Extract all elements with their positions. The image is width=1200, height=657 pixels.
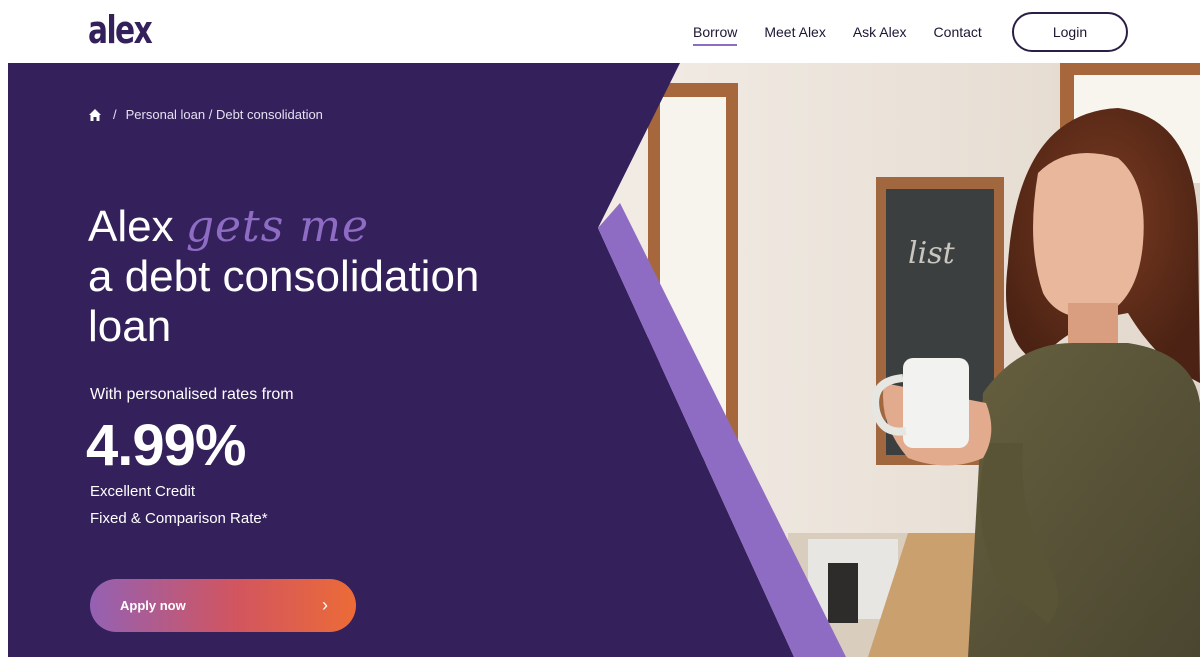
nav-item-borrow[interactable]: Borrow bbox=[693, 24, 738, 46]
main-nav: Borrow Meet Alex Ask Alex Contact bbox=[693, 24, 1009, 46]
rate-label-comparison: Fixed & Comparison Rate* bbox=[90, 510, 268, 527]
rate-label-credit: Excellent Credit bbox=[90, 483, 196, 500]
breadcrumb-separator: / bbox=[113, 107, 117, 122]
hero-section: list bbox=[8, 63, 1200, 657]
headline-brand: Alex bbox=[88, 202, 174, 251]
apply-now-button[interactable]: Apply now › bbox=[90, 579, 356, 632]
login-button[interactable]: Login bbox=[1012, 12, 1128, 52]
breadcrumb: / Personal loan / Debt consolidation bbox=[88, 107, 323, 122]
breadcrumb-path[interactable]: Personal loan / Debt consolidation bbox=[126, 107, 323, 122]
rate-label: Excellent Credit Fixed & Comparison Rate… bbox=[90, 478, 268, 532]
rate-intro: With personalised rates from bbox=[90, 386, 294, 403]
nav-item-meet-alex[interactable]: Meet Alex bbox=[764, 24, 825, 46]
alex-logo[interactable]: alex bbox=[88, 8, 153, 52]
site-header: alex Borrow Meet Alex Ask Alex Contact L… bbox=[0, 0, 1200, 64]
hero-panel bbox=[8, 63, 846, 657]
headline-script: gets me bbox=[185, 201, 370, 252]
hero-headline: Alex gets me a debt consolidation loan bbox=[88, 202, 479, 352]
nav-item-contact[interactable]: Contact bbox=[934, 24, 982, 46]
rate-value: 4.99% bbox=[86, 413, 246, 478]
chevron-right-icon: › bbox=[322, 595, 328, 615]
headline-line-2: a debt consolidation bbox=[88, 252, 480, 301]
home-icon[interactable] bbox=[88, 108, 102, 122]
headline-line-3: loan bbox=[88, 302, 172, 351]
apply-now-label: Apply now bbox=[120, 598, 186, 613]
nav-item-ask-alex[interactable]: Ask Alex bbox=[853, 24, 907, 46]
